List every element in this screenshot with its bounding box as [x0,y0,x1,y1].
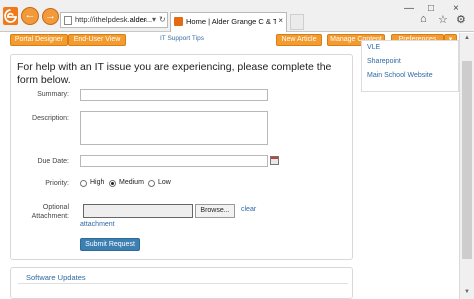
due-date-input[interactable] [80,155,268,167]
description-label: Description: [32,115,69,122]
browser-chrome: ← → http://ithelpdesk.alder... ⌕ ▾ ↻ Hom… [0,0,474,32]
scroll-down-icon[interactable]: ▼ [464,289,470,295]
browser-tab[interactable]: Home | Alder Grange C & T... × [170,12,287,32]
vertical-scrollbar[interactable]: ▲ ▼ [459,33,474,299]
address-url: http://ithelpdesk.alder... [75,15,153,24]
page-icon [64,16,72,25]
minimize-icon[interactable]: — [404,3,414,14]
attachment-file-field[interactable] [83,204,193,218]
address-bar[interactable]: http://ithelpdesk.alder... ⌕ ▾ ↻ [60,12,168,28]
tab-close-icon[interactable]: × [278,16,283,25]
priority-high-radio[interactable] [80,180,87,187]
search-icon[interactable]: ⌕ [143,15,147,25]
attachment-label-line2: Attachment: [31,213,69,220]
end-user-view-button[interactable]: End-User View [68,34,126,46]
summary-label: Summary: [37,91,69,98]
scroll-up-icon[interactable]: ▲ [464,35,470,41]
portal-designer-button[interactable]: Portal Designer [10,34,68,46]
clear-attachment-link-cont[interactable]: attachment [80,221,115,228]
link-vle[interactable]: VLE [367,44,380,51]
gear-icon[interactable]: ⚙ [456,13,466,26]
calendar-icon[interactable] [270,156,279,165]
dropdown-icon[interactable]: ▾ [152,15,156,24]
maximize-icon[interactable]: □ [428,3,434,14]
site-favicon-icon [174,17,183,26]
priority-high-label: High [90,179,105,186]
priority-low-label: Low [158,179,171,186]
form-intro: For help with an IT issue you are experi… [17,61,332,86]
tab-title: Home | Alder Grange C & T... [186,17,276,26]
priority-medium-radio[interactable] [109,180,116,187]
it-support-tips-title: IT Support Tips [160,35,204,42]
priority-medium-label: Medium [119,179,144,186]
clear-attachment-link[interactable]: clear [241,206,256,213]
browse-button[interactable]: Browse... [195,204,235,218]
scrollbar-thumb[interactable] [462,61,472,259]
divider [18,283,348,284]
priority-label: Priority: [45,180,69,187]
forward-icon[interactable]: → [42,8,59,25]
home-icon[interactable]: ⌂ [420,13,427,25]
link-main-school-website[interactable]: Main School Website [367,72,433,79]
link-sharepoint[interactable]: Sharepoint [367,58,401,65]
software-updates-title[interactable]: Software Updates [26,273,86,282]
priority-low-radio[interactable] [148,180,155,187]
refresh-icon[interactable]: ↻ [159,15,166,24]
summary-input[interactable] [80,89,268,101]
star-icon[interactable]: ☆ [438,13,448,26]
attachment-label-line1: Optional [42,204,69,211]
new-tab-button[interactable] [290,14,304,30]
browser-logo-icon [3,7,18,25]
back-icon[interactable]: ← [21,7,39,25]
submit-request-button[interactable]: Submit Request [80,238,140,251]
new-article-button[interactable]: New Article [276,34,322,46]
description-textarea[interactable] [80,111,268,145]
due-date-label: Due Date: [37,158,69,165]
